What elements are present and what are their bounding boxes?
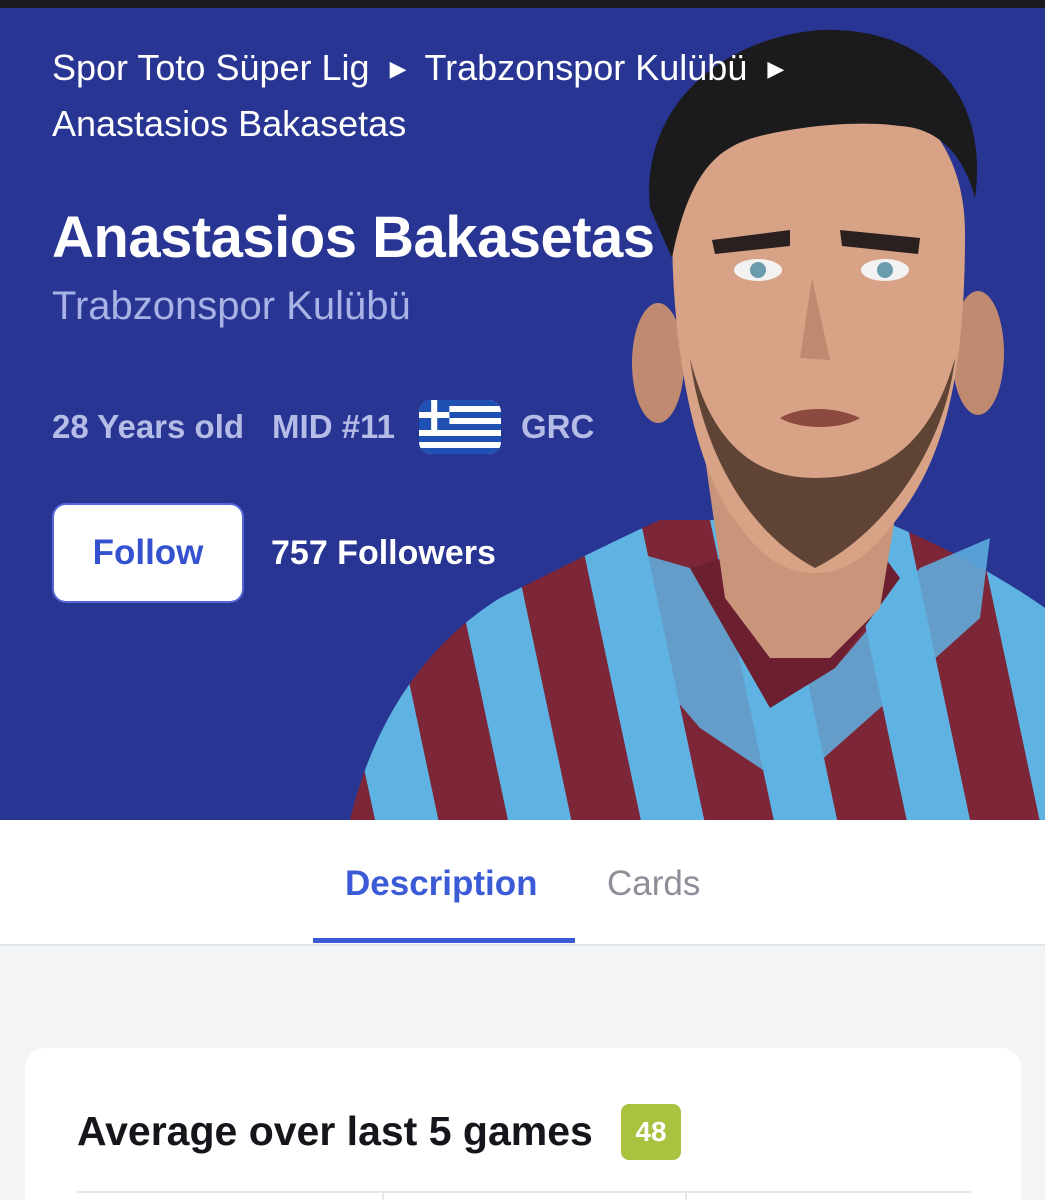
breadcrumb-club-link[interactable]: Trabzonspor Kulübü bbox=[424, 47, 747, 88]
grid-divider bbox=[382, 1193, 384, 1200]
greece-flag-icon bbox=[418, 400, 501, 454]
top-status-strip bbox=[0, 0, 1045, 8]
tab-description[interactable]: Description bbox=[345, 864, 538, 904]
player-name: Anastasios Bakasetas bbox=[52, 205, 655, 270]
player-nationality: GRC bbox=[520, 408, 595, 445]
average-title: Average over last 5 games bbox=[77, 1108, 593, 1154]
followers-count: 757 Followers bbox=[271, 534, 496, 572]
active-tab-indicator bbox=[313, 938, 575, 943]
tab-cards[interactable]: Cards bbox=[607, 864, 700, 904]
player-position: MID #11 bbox=[272, 408, 395, 445]
breadcrumb: Spor Toto Süper Lig ▶ Trabzonspor Kulübü ▶ A… bbox=[52, 40, 832, 151]
player-hero: Spor Toto Süper Lig ▶ Trabzonspor Kulübü ▶ A… bbox=[0, 8, 1045, 820]
club-name: Trabzonspor Kulübü bbox=[52, 284, 411, 328]
stats-grid bbox=[77, 1191, 971, 1200]
grid-divider bbox=[685, 1193, 687, 1200]
breadcrumb-player: Anastasios Bakasetas bbox=[52, 103, 407, 144]
follow-button[interactable]: Follow bbox=[52, 503, 244, 603]
average-score-badge: 48 bbox=[621, 1104, 681, 1160]
chevron-right-icon: ▶ bbox=[767, 56, 785, 81]
tab-bar: Description Cards bbox=[0, 820, 1045, 946]
breadcrumb-league-link[interactable]: Spor Toto Süper Lig bbox=[52, 47, 370, 88]
player-meta: 28 Years old MID #11 GRC bbox=[52, 398, 594, 456]
chevron-right-icon: ▶ bbox=[389, 56, 407, 81]
stats-card: Average over last 5 games 48 bbox=[25, 1048, 1021, 1200]
player-age: 28 Years old bbox=[52, 408, 245, 445]
